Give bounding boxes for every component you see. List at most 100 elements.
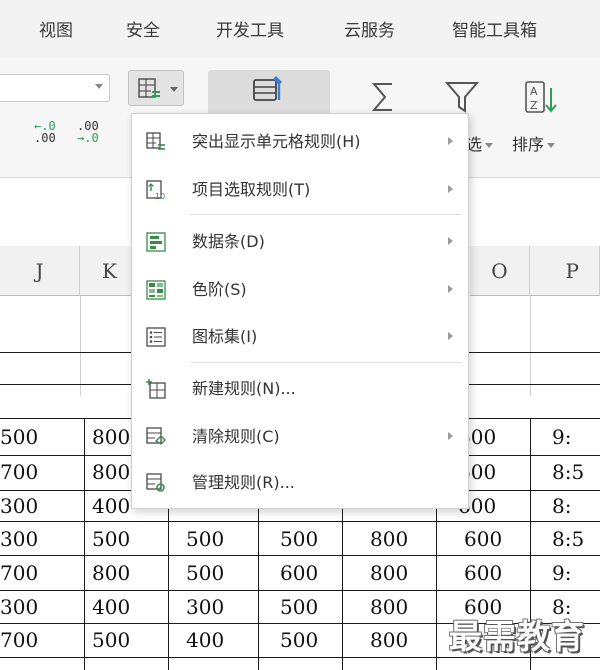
tab-view[interactable]: 视图 <box>39 16 73 41</box>
column-header-o[interactable]: O <box>470 246 530 296</box>
grid-line <box>0 555 600 556</box>
column-header-j[interactable]: J <box>0 246 80 296</box>
increase-decimal-bottom: .00 <box>34 131 56 145</box>
number-format-select[interactable] <box>0 74 110 102</box>
menu-item-label: 数据条(D) <box>192 232 265 251</box>
decrease-decimal-button[interactable]: .00 →.0 <box>77 120 103 144</box>
menu-item-clear-rules[interactable]: 清除规则(C) <box>132 417 468 457</box>
table-cell[interactable]: 500 <box>258 629 342 651</box>
column-header-p[interactable]: P <box>530 246 600 296</box>
table-cell[interactable]: 700 <box>0 461 84 483</box>
menu-item-color-scales[interactable]: 色阶(S) <box>132 270 468 310</box>
table-cell[interactable]: 8:5 <box>530 461 600 483</box>
sort-label[interactable]: 排序 <box>512 131 556 155</box>
chevron-down-icon <box>547 143 556 148</box>
chevron-down-icon <box>95 84 103 89</box>
chevron-down-icon <box>170 87 178 92</box>
table-cell[interactable]: 500 <box>258 528 342 550</box>
menu-separator <box>190 214 462 215</box>
table-cell[interactable]: 600 <box>258 562 342 584</box>
table-cell[interactable]: 500 <box>84 629 168 651</box>
table-cell[interactable]: 8: <box>530 495 600 517</box>
tab-developer-tools[interactable]: 开发工具 <box>216 16 284 41</box>
table-cell[interactable]: 300 <box>0 528 84 550</box>
submenu-arrow-icon <box>448 332 453 340</box>
menu-item-label: 项目选取规则(T) <box>192 180 311 199</box>
table-cell[interactable]: 8:5 <box>530 528 600 550</box>
conditional-format-menu: 突出显示单元格规则(H) 10 项目选取规则(T) 数据条(D) 色阶(S) 图… <box>131 113 469 509</box>
table-cell[interactable]: 500 <box>168 528 258 550</box>
table-cell[interactable]: 800 <box>342 528 436 550</box>
table-cell[interactable]: 800 <box>342 562 436 584</box>
menu-item-manage-rules[interactable]: 管理规则(R)... <box>132 463 468 503</box>
filter-label[interactable]: 选 <box>466 131 494 155</box>
submenu-arrow-icon <box>448 185 453 193</box>
table-cell[interactable]: 800 <box>342 629 436 651</box>
table-cell[interactable]: 700 <box>0 629 84 651</box>
highlight-cells-rules-icon <box>146 132 165 150</box>
icon-sets-icon <box>146 327 166 347</box>
table-cell[interactable]: 300 <box>0 596 84 618</box>
menu-item-top-bottom-rules[interactable]: 10 项目选取规则(T) <box>132 170 468 210</box>
submenu-arrow-icon <box>448 285 453 293</box>
table-cell[interactable]: 500 <box>0 426 84 448</box>
menu-item-new-rule[interactable]: 新建规则(N)... <box>132 369 468 409</box>
table-cell[interactable]: 500 <box>258 596 342 618</box>
filter-icon[interactable] <box>444 80 480 114</box>
menu-item-label: 清除规则(C) <box>192 427 280 446</box>
svg-text:A: A <box>530 85 538 98</box>
svg-text:Z: Z <box>530 99 538 112</box>
table-cell[interactable]: 600 <box>436 562 530 584</box>
menu-separator <box>190 362 462 363</box>
table-cell[interactable]: 400 <box>84 495 130 517</box>
data-bars-icon <box>146 232 166 252</box>
menu-item-label: 突出显示单元格规则(H) <box>192 132 361 151</box>
tab-security[interactable]: 安全 <box>126 16 160 41</box>
table-cell[interactable]: 800 <box>84 461 130 483</box>
menu-item-label: 色阶(S) <box>192 280 247 299</box>
menu-item-highlight-cells-rules[interactable]: 突出显示单元格规则(H) <box>132 122 468 162</box>
top-bottom-rules-icon: 10 <box>146 180 165 200</box>
grid-line <box>0 590 600 591</box>
increase-decimal-button[interactable]: ←.0 .00 <box>34 120 60 144</box>
svg-text:10: 10 <box>155 192 165 200</box>
menu-item-label: 新建规则(N)... <box>192 379 296 398</box>
grid-line <box>80 296 81 396</box>
grid-line <box>0 521 600 522</box>
clear-rules-icon <box>146 427 166 445</box>
table-cell[interactable]: 400 <box>168 629 258 651</box>
chevron-down-icon <box>485 143 494 148</box>
decrease-decimal-bottom: →.0 <box>77 131 99 145</box>
table-cell[interactable]: 300 <box>168 596 258 618</box>
conditional-format-icon <box>138 78 160 98</box>
table-cell[interactable]: 500 <box>84 528 168 550</box>
table-cell[interactable]: 500 <box>168 562 258 584</box>
table-cell[interactable]: 300 <box>0 495 84 517</box>
menu-item-data-bars[interactable]: 数据条(D) <box>132 222 468 262</box>
new-rule-icon <box>146 379 166 399</box>
color-scales-icon <box>146 280 166 300</box>
watermark-text: 最需教育 <box>449 617 585 656</box>
table-cell[interactable]: 400 <box>84 596 168 618</box>
submenu-arrow-icon <box>448 432 453 440</box>
ribbon-tab-bar: 视图 安全 开发工具 云服务 智能工具箱 <box>0 0 600 58</box>
tab-smart-toolbox[interactable]: 智能工具箱 <box>452 16 537 41</box>
menu-item-label: 管理规则(R)... <box>192 473 295 492</box>
menu-item-icon-sets[interactable]: 图标集(I) <box>132 317 468 357</box>
table-cell[interactable]: 600 <box>436 528 530 550</box>
conditional-format-button[interactable] <box>128 70 184 106</box>
table-cell[interactable]: 800 <box>84 426 130 448</box>
grid-line <box>530 296 531 396</box>
table-cell[interactable]: 9: <box>530 562 600 584</box>
table-cell[interactable]: 9: <box>530 426 600 448</box>
table-cell[interactable]: 700 <box>0 562 84 584</box>
submenu-arrow-icon <box>448 137 453 145</box>
sort-icon[interactable]: A Z <box>524 80 560 116</box>
table-cell[interactable]: 800 <box>342 596 436 618</box>
submenu-arrow-icon <box>448 237 453 245</box>
tab-cloud-service[interactable]: 云服务 <box>344 16 395 41</box>
sum-icon[interactable] <box>370 80 400 114</box>
table-tools-icon <box>253 76 282 101</box>
menu-item-label: 图标集(I) <box>192 327 258 346</box>
table-cell[interactable]: 800 <box>84 562 168 584</box>
